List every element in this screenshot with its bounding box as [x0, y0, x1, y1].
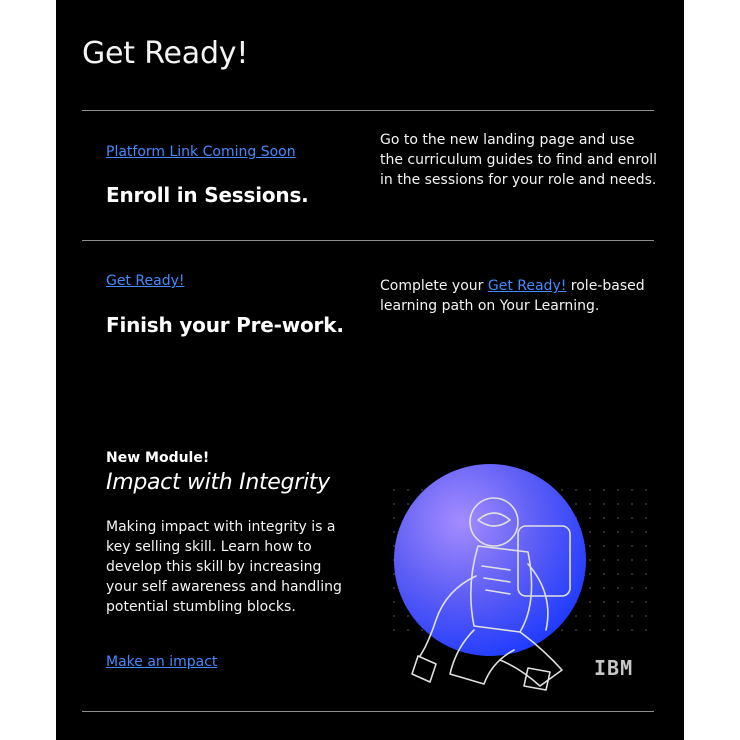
divider	[82, 240, 654, 241]
step-heading-enroll: Enroll in Sessions.	[106, 183, 309, 207]
platform-link[interactable]: Platform Link Coming Soon	[106, 144, 296, 160]
get-ready-link[interactable]: Get Ready!	[106, 273, 184, 289]
module-title: Impact with Integrity	[106, 470, 330, 495]
module-description: Making impact with integrity is a key se…	[106, 519, 342, 615]
new-module-badge: New Module!	[106, 450, 210, 466]
get-ready-inline-link[interactable]: Get Ready!	[488, 278, 566, 294]
divider	[82, 110, 654, 111]
gradient-circle	[394, 464, 586, 656]
email-panel: Get Ready! Platform Link Coming Soon Enr…	[56, 0, 684, 740]
divider	[82, 711, 654, 712]
ibm-logo: IBM	[594, 656, 634, 680]
make-impact-link[interactable]: Make an impact	[106, 654, 217, 670]
desc-text-before: Complete your	[380, 278, 488, 294]
page-title: Get Ready!	[82, 36, 249, 71]
step-description-enroll: Go to the new landing page and use the c…	[380, 132, 658, 188]
step-heading-prework: Finish your Pre-work.	[106, 313, 344, 337]
step-description-prework: Complete your Get Ready! role-based lear…	[380, 276, 660, 316]
